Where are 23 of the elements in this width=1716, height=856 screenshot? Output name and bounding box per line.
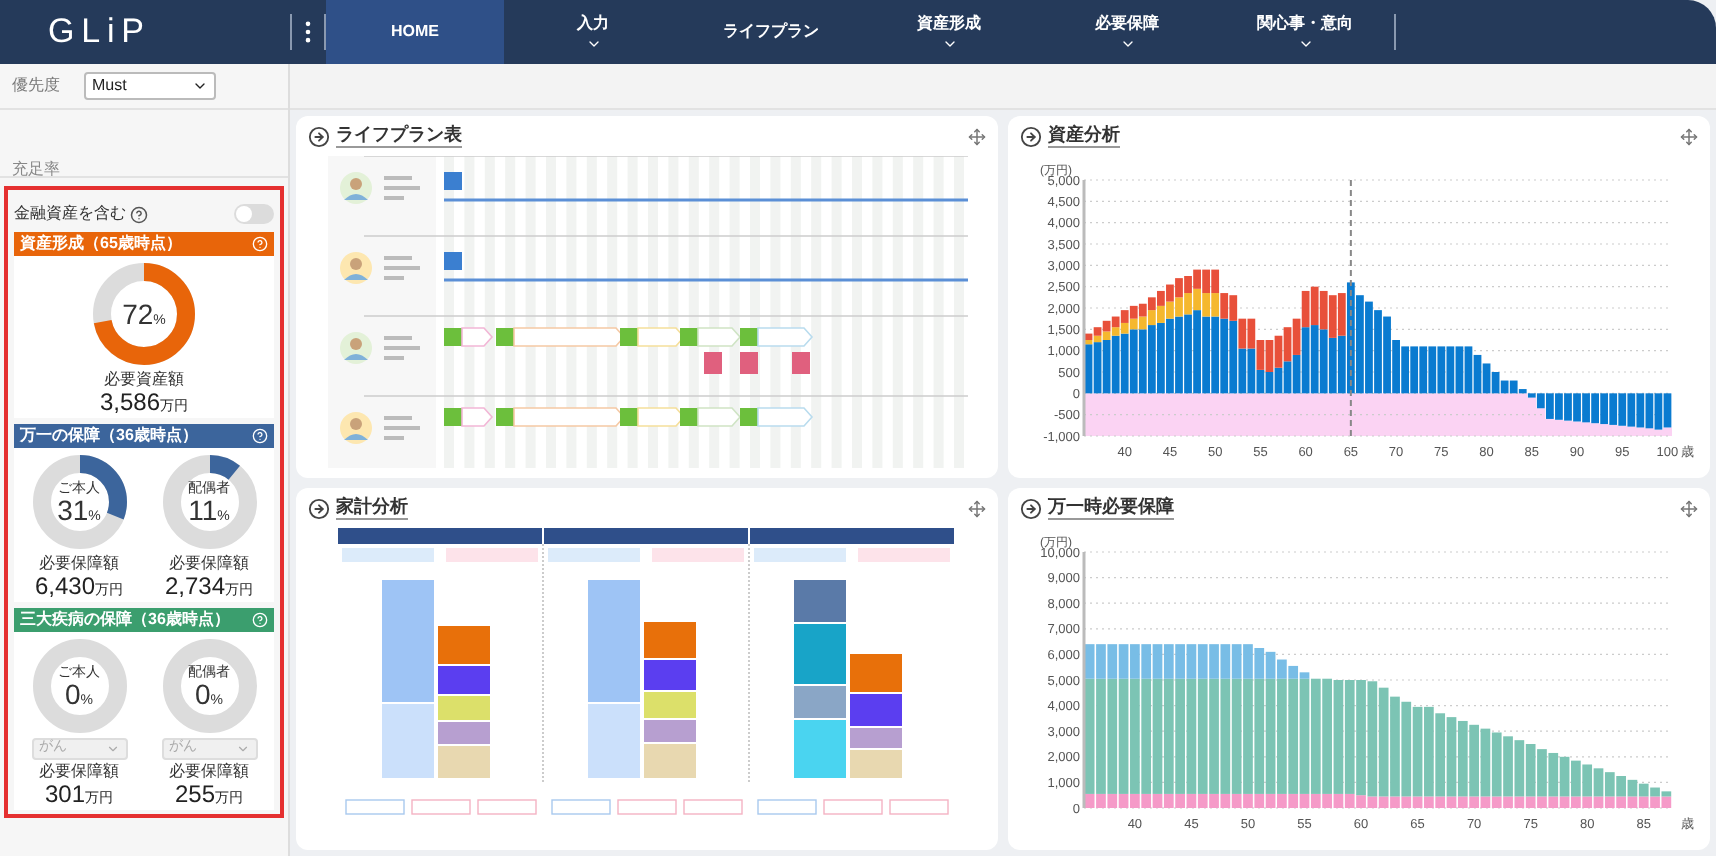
nav-tab[interactable]: 必要保障 (1038, 0, 1216, 64)
amount-label: 必要資産額 (104, 370, 184, 390)
amount-label: 必要保障額 (39, 762, 119, 782)
panel-title[interactable]: 家計分析 (336, 496, 408, 521)
nav-tab[interactable]: HOME (326, 0, 504, 64)
toggle-label: 金融資産を含む (14, 202, 126, 226)
nav-tab[interactable]: 関心事・意向 (1216, 0, 1394, 64)
amount-label: 必要保障額 (39, 554, 119, 574)
panel-title[interactable]: 万一時必要保障 (1048, 496, 1174, 521)
priority-label: 優先度 (12, 74, 60, 98)
card-title: 三大疾病の保障（36歳時点） (20, 612, 230, 628)
priority-select[interactable]: Must (84, 72, 216, 100)
panel-title[interactable]: 資産分析 (1048, 124, 1120, 149)
card-title: 万一の保障（36歳時点） (20, 428, 198, 444)
amount-label: 必要保障額 (169, 762, 249, 782)
nav-tab[interactable]: ライフプラン (682, 0, 860, 64)
section-label: 充足率 (12, 160, 60, 178)
nav-tab[interactable]: 資産形成 (860, 0, 1038, 64)
nav-tab[interactable]: 入力 (504, 0, 682, 64)
card-title: 資産形成（65歳時点） (20, 236, 182, 252)
panel-title[interactable]: ライフプラン表 (336, 124, 462, 149)
amount-label: 必要保障額 (169, 554, 249, 574)
logo[interactable]: GLiP (48, 6, 151, 58)
